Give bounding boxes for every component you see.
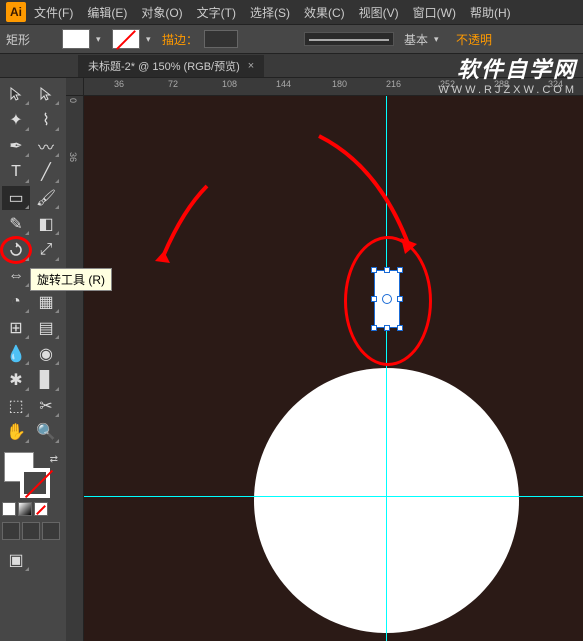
ruler-tick: 108 <box>222 79 237 89</box>
swap-fill-stroke-icon[interactable]: ⇄ <box>50 454 58 465</box>
rectangle-tool[interactable]: ▭ <box>2 186 30 210</box>
gradient-tool[interactable]: ▤ <box>32 316 60 340</box>
stroke-dropdown-icon[interactable]: ▾ <box>146 34 156 44</box>
menu-edit[interactable]: 编辑(E) <box>81 2 133 23</box>
ruler-tick: 72 <box>168 79 178 89</box>
rotate-tool[interactable] <box>2 238 30 262</box>
style-dropdown-icon[interactable]: ▾ <box>434 34 444 44</box>
eraser-tool[interactable]: ◧ <box>32 212 60 236</box>
control-bar: 矩形 ▾ ▾ 描边： 基本 ▾ 不透明 <box>0 24 583 54</box>
stroke-color-swatch[interactable] <box>20 468 50 498</box>
color-mode-solid[interactable] <box>2 502 16 516</box>
menu-file[interactable]: 文件(F) <box>28 2 79 23</box>
fill-swatch[interactable] <box>62 29 90 49</box>
app-logo: Ai <box>6 2 26 22</box>
artboard-tool[interactable]: ⬚ <box>2 394 30 418</box>
ruler-tick: 180 <box>332 79 347 89</box>
toolbox: ✦ ⌇ ✒ 〰 T ╱ ▭ 🖌 ✎ ◧ ⤢ ⇔ ⬚ ◔ ▦ <box>0 78 66 641</box>
color-mode-row <box>2 502 64 516</box>
blend-tool[interactable]: ◉ <box>32 342 60 366</box>
width-tool[interactable]: ⇔ <box>2 264 30 288</box>
color-mode-gradient[interactable] <box>18 502 32 516</box>
annotation-arrow <box>152 181 212 271</box>
shape-type-label: 矩形 <box>6 31 30 48</box>
selection-tool[interactable] <box>2 82 30 106</box>
fill-dropdown-icon[interactable]: ▾ <box>96 34 106 44</box>
magic-wand-tool[interactable]: ✦ <box>2 108 30 132</box>
menu-select[interactable]: 选择(S) <box>244 2 296 23</box>
stroke-swatch[interactable] <box>112 29 140 49</box>
pencil-tool[interactable]: ✎ <box>2 212 30 236</box>
line-tool[interactable]: ╱ <box>32 160 60 184</box>
document-tab-title: 未标题-2* @ 150% (RGB/预览) <box>88 58 240 74</box>
color-mode-none[interactable] <box>34 502 48 516</box>
lasso-tool[interactable]: ⌇ <box>32 108 60 132</box>
menu-help[interactable]: 帮助(H) <box>464 2 517 23</box>
ruler-tick: 36 <box>68 152 78 162</box>
direct-selection-tool[interactable] <box>32 82 60 106</box>
menu-bar: Ai 文件(F) 编辑(E) 对象(O) 文字(T) 选择(S) 效果(C) 视… <box>0 0 583 24</box>
zoom-tool[interactable]: 🔍 <box>32 420 60 444</box>
perspective-grid-tool[interactable]: ▦ <box>32 290 60 314</box>
horizontal-guide[interactable] <box>84 496 583 497</box>
eyedropper-tool[interactable]: 💧 <box>2 342 30 366</box>
watermark: 软件自学网 WWW.RJZXW.COM <box>438 52 577 96</box>
fill-stroke-control[interactable]: ⇄ <box>2 452 64 496</box>
screen-mode-tool[interactable]: ▣ <box>2 548 30 572</box>
menu-type[interactable]: 文字(T) <box>191 2 242 23</box>
document-tab[interactable]: 未标题-2* @ 150% (RGB/预览) × <box>78 55 264 77</box>
menu-view[interactable]: 视图(V) <box>353 2 405 23</box>
ruler-tick: 36 <box>114 79 124 89</box>
rotate-tool-tooltip: 旋转工具 (R) <box>30 268 112 291</box>
canvas-wrap: 36 72 108 144 180 216 252 288 324 0 36 <box>66 78 583 641</box>
ruler-tick: 0 <box>68 98 78 103</box>
draw-inside[interactable] <box>42 522 60 540</box>
draw-behind[interactable] <box>22 522 40 540</box>
scale-tool[interactable]: ⤢ <box>32 238 60 262</box>
vertical-ruler[interactable]: 0 36 <box>66 96 84 641</box>
draw-mode-row <box>2 522 64 540</box>
pen-tool[interactable]: ✒ <box>2 134 30 158</box>
menu-effect[interactable]: 效果(C) <box>298 2 351 23</box>
shape-builder-tool[interactable]: ◔ <box>2 290 30 314</box>
main-area: ✦ ⌇ ✒ 〰 T ╱ ▭ 🖌 ✎ ◧ ⤢ ⇔ ⬚ ◔ ▦ <box>0 78 583 641</box>
paintbrush-tool[interactable]: 🖌 <box>32 186 60 210</box>
stroke-label: 描边： <box>162 31 198 48</box>
watermark-url: WWW.RJZXW.COM <box>438 84 577 96</box>
stroke-style-preview[interactable] <box>304 32 394 46</box>
watermark-title: 软件自学网 <box>438 52 577 84</box>
stroke-weight-input[interactable] <box>204 30 238 48</box>
curvature-tool[interactable]: 〰 <box>32 134 60 158</box>
hand-tool[interactable]: ✋ <box>2 420 30 444</box>
ruler-origin[interactable] <box>66 78 84 96</box>
menu-window[interactable]: 窗口(W) <box>407 2 462 23</box>
mesh-tool[interactable]: ⊞ <box>2 316 30 340</box>
opacity-label[interactable]: 不透明 <box>456 31 492 48</box>
menu-object[interactable]: 对象(O) <box>135 2 188 23</box>
tab-close-button[interactable]: × <box>248 60 254 72</box>
slice-tool[interactable]: ✂ <box>32 394 60 418</box>
basic-label[interactable]: 基本 <box>404 31 428 48</box>
column-graph-tool[interactable]: ▊ <box>32 368 60 392</box>
canvas[interactable] <box>84 96 583 641</box>
type-tool[interactable]: T <box>2 160 30 184</box>
ruler-tick: 216 <box>386 79 401 89</box>
draw-normal[interactable] <box>2 522 20 540</box>
ruler-tick: 144 <box>276 79 291 89</box>
annotation-arrow <box>309 126 429 266</box>
symbol-sprayer-tool[interactable]: ✱ <box>2 368 30 392</box>
